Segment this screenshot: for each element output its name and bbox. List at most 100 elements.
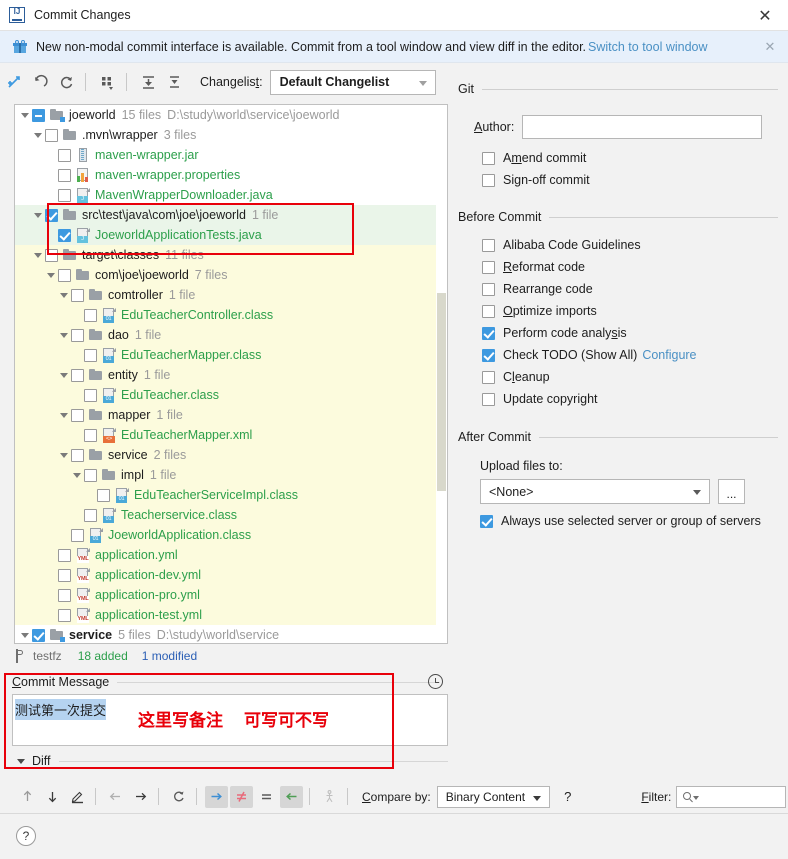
expand-all-icon[interactable] (136, 70, 160, 94)
tree-row-checkbox[interactable] (84, 308, 97, 322)
tree-row[interactable]: YML application.yml (15, 545, 447, 565)
configure-link[interactable]: Configure (642, 348, 696, 362)
tree-row-checkbox[interactable] (58, 148, 71, 162)
tree-row[interactable]: 01 EduTeacher.class (15, 385, 447, 405)
tree-row[interactable]: <> EduTeacherMapper.xml (15, 425, 447, 445)
collapse-all-icon[interactable] (162, 70, 186, 94)
switch-to-tool-window-link[interactable]: Switch to tool window (588, 40, 708, 54)
go-left-icon[interactable] (104, 786, 127, 808)
group-by-icon[interactable] (95, 70, 119, 94)
reformat-code-row[interactable]: Reformat code (482, 256, 778, 278)
window-close-button[interactable]: ✕ (742, 0, 788, 31)
tree-scrollbar-thumb[interactable] (437, 293, 446, 491)
tree-twisty-expanded-icon[interactable] (45, 265, 58, 285)
tree-row[interactable]: 01 Teacherservice.class (15, 505, 447, 525)
tree-row[interactable]: mapper 1 file (15, 405, 447, 425)
tree-row-checkbox[interactable] (45, 208, 58, 222)
perform-code-analysis-row[interactable]: Perform code analysis (482, 322, 778, 344)
tree-row[interactable]: YML application-dev.yml (15, 565, 447, 585)
tree-row-checkbox[interactable] (71, 328, 84, 342)
tree-row-checkbox[interactable] (84, 348, 97, 362)
tree-twisty-expanded-icon[interactable] (71, 465, 84, 485)
changes-tree[interactable]: joeworld 15 files D:\study\world\service\j… (14, 104, 448, 644)
amend-commit-row[interactable]: Amend commit (482, 147, 778, 169)
tree-row-checkbox[interactable] (71, 408, 84, 422)
help-button[interactable]: ? (16, 826, 36, 846)
tree-row-checkbox[interactable] (71, 448, 84, 462)
tree-twisty-expanded-icon[interactable] (19, 105, 32, 125)
check-todo-row[interactable]: Check TODO (Show All) Configure (482, 344, 778, 366)
show-deleted-icon[interactable] (280, 785, 303, 808)
tree-row-checkbox[interactable] (97, 488, 110, 502)
tree-row[interactable]: service 2 files (15, 445, 447, 465)
show-modified-icon[interactable] (230, 785, 253, 808)
alibaba-code-guidelines-checkbox[interactable] (482, 238, 495, 252)
sign-off-commit-row[interactable]: Sign-off commit (482, 169, 778, 191)
tree-row-checkbox[interactable] (45, 128, 58, 142)
tree-row[interactable]: comtroller 1 file (15, 285, 447, 305)
tree-row-checkbox[interactable] (71, 528, 84, 542)
optimize-imports-checkbox[interactable] (482, 304, 495, 318)
tree-row-checkbox[interactable] (58, 188, 71, 202)
tree-scrollbar[interactable] (436, 105, 447, 643)
tree-row[interactable]: dao 1 file (15, 325, 447, 345)
tree-row-checkbox[interactable] (84, 428, 97, 442)
ignore-whitespace-icon[interactable] (318, 786, 341, 808)
tree-row-checkbox[interactable] (58, 588, 71, 602)
alibaba-code-guidelines-row[interactable]: Alibaba Code Guidelines (482, 234, 778, 256)
tree-row[interactable]: .mvn\wrapper 3 files (15, 125, 447, 145)
tree-row-checkbox[interactable] (45, 248, 58, 262)
clock-icon[interactable] (428, 674, 443, 689)
tree-row[interactable]: target\classes 11 files (15, 245, 447, 265)
tree-row[interactable]: maven-wrapper.properties (15, 165, 447, 185)
filter-input[interactable] (676, 785, 787, 808)
tree-row[interactable]: 01 EduTeacherServiceImpl.class (15, 485, 447, 505)
go-right-icon[interactable] (129, 786, 152, 808)
tree-row[interactable]: 01 JoeworldApplication.class (15, 525, 447, 545)
tree-row[interactable]: J JoeworldApplicationTests.java (15, 225, 447, 245)
check-todo-checkbox[interactable] (482, 348, 495, 362)
banner-close-icon[interactable]: ✕ (762, 39, 778, 55)
previous-difference-icon[interactable] (16, 786, 39, 808)
tree-row[interactable]: 01 EduTeacherController.class (15, 305, 447, 325)
tree-twisty-expanded-icon[interactable] (58, 325, 71, 345)
always-use-server-checkbox[interactable] (480, 514, 493, 528)
tree-row[interactable]: YML application-test.yml (15, 605, 447, 625)
rearrange-code-row[interactable]: Rearrange code (482, 278, 778, 300)
show-equal-icon[interactable] (255, 786, 278, 808)
tree-row[interactable]: 01 EduTeacherMapper.class (15, 345, 447, 365)
revert-icon[interactable] (28, 70, 52, 94)
next-difference-icon[interactable] (41, 786, 64, 808)
compare-by-combo[interactable]: Binary Content (436, 785, 551, 808)
upload-target-combo[interactable]: <None> (480, 479, 710, 504)
refresh-icon[interactable] (167, 786, 190, 808)
tree-row-checkbox[interactable] (32, 628, 45, 642)
tree-row[interactable]: joeworld 15 files D:\study\world\service\j… (15, 105, 447, 125)
tree-row-checkbox[interactable] (58, 548, 71, 562)
diff-section-header[interactable]: Diff (12, 752, 448, 770)
cleanup-checkbox[interactable] (482, 370, 495, 384)
commit-message-input[interactable]: 测试第一次提交 (12, 694, 448, 746)
tree-row[interactable]: impl 1 file (15, 465, 447, 485)
reformat-code-checkbox[interactable] (482, 260, 495, 274)
tree-row-checkbox[interactable] (84, 468, 97, 482)
tree-row-checkbox[interactable] (58, 168, 71, 182)
changelist-combo[interactable]: Default Changelist (269, 69, 436, 95)
tree-row-checkbox[interactable] (58, 268, 71, 282)
tree-row-checkbox[interactable] (84, 508, 97, 522)
show-inserted-icon[interactable] (205, 785, 228, 808)
tree-row-checkbox[interactable] (32, 108, 45, 122)
perform-code-analysis-checkbox[interactable] (482, 326, 495, 340)
tree-row-checkbox[interactable] (71, 288, 84, 302)
tree-row-checkbox[interactable] (58, 608, 71, 622)
compare-help-icon[interactable]: ? (564, 789, 571, 804)
cleanup-row[interactable]: Cleanup (482, 366, 778, 388)
optimize-imports-row[interactable]: Optimize imports (482, 300, 778, 322)
show-diff-icon[interactable] (2, 70, 26, 94)
tree-twisty-expanded-icon[interactable] (32, 205, 45, 225)
tree-row[interactable]: com\joe\joeworld 7 files (15, 265, 447, 285)
refresh-icon[interactable] (54, 70, 78, 94)
tree-twisty-expanded-icon[interactable] (58, 445, 71, 465)
tree-row[interactable]: service 5 files D:\study\world\service (15, 625, 447, 643)
tree-twisty-expanded-icon[interactable] (19, 625, 32, 643)
